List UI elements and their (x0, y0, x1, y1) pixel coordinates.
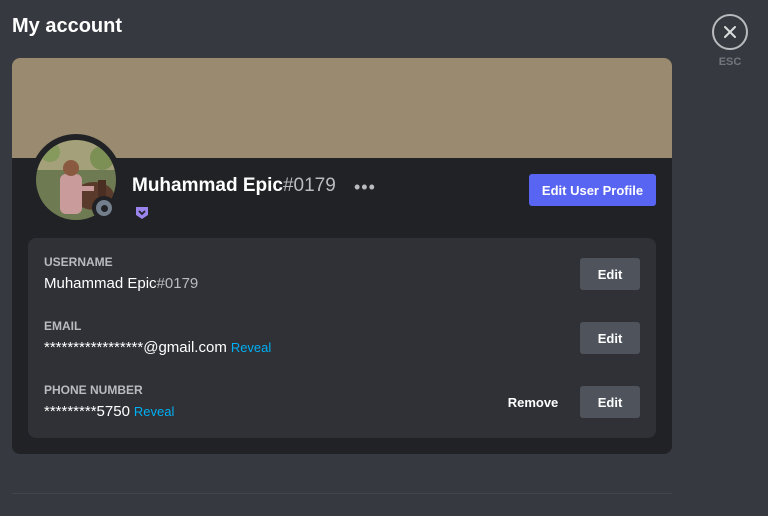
edit-phone-button[interactable]: Edit (580, 386, 640, 418)
username-label: USERNAME (44, 255, 113, 269)
discriminator: #0179 (282, 175, 336, 196)
email-field: EMAIL *****************@gmail.com Reveal (44, 319, 271, 356)
close-area: ESC (712, 14, 748, 68)
account-card: Muhammad Epic#0179 ••• Edit User Profile… (12, 58, 672, 454)
username-field: USERNAME Muhammad Epic#0179 (44, 255, 198, 292)
phone-field: PHONE NUMBER *********5750 Reveal (44, 383, 174, 420)
reveal-phone-link[interactable]: Reveal (134, 404, 174, 419)
phone-label: PHONE NUMBER (44, 383, 143, 397)
edit-user-profile-button[interactable]: Edit User Profile (529, 174, 656, 206)
my-account-page: My account ESC Muhammad Epic#0179 ••• Ed… (0, 0, 768, 516)
page-title: My account (12, 15, 123, 37)
close-icon (724, 26, 736, 38)
email-label: EMAIL (44, 319, 82, 333)
display-name: Muhammad Epic (132, 175, 283, 196)
close-button[interactable] (712, 14, 748, 50)
remove-phone-button[interactable]: Remove (500, 386, 566, 418)
offline-status-icon (96, 200, 112, 216)
esc-hint: ESC (718, 56, 742, 68)
edit-username-button[interactable]: Edit (580, 258, 640, 290)
profile-username: Muhammad Epic#0179 (132, 175, 336, 197)
edit-email-button[interactable]: Edit (580, 322, 640, 354)
email-value: *****************@gmail.com Reveal (44, 339, 272, 356)
section-divider (12, 493, 672, 494)
status-indicator (92, 196, 116, 220)
more-options-icon[interactable]: ••• (354, 177, 376, 198)
hypesquad-badge-icon[interactable] (135, 206, 149, 225)
phone-value: *********5750 Reveal (44, 403, 175, 420)
username-value: Muhammad Epic#0179 (44, 275, 199, 292)
account-info-panel: USERNAME Muhammad Epic#0179 Edit EMAIL *… (28, 238, 656, 438)
reveal-email-link[interactable]: Reveal (231, 340, 271, 355)
profile-banner (12, 58, 672, 158)
